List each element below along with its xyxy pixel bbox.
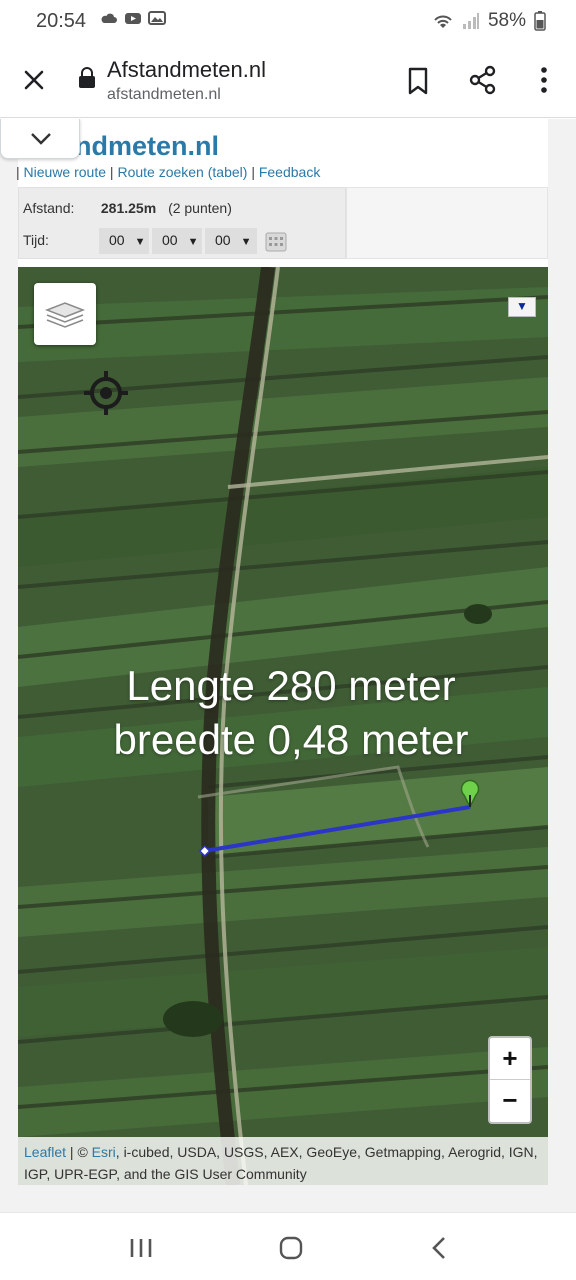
tijd-label: Tijd:: [23, 232, 49, 248]
afstand-points: (2 punten): [168, 200, 232, 216]
calculator-icon[interactable]: [265, 232, 287, 252]
youtube-icon: [125, 13, 141, 24]
zoom-control: + −: [488, 1036, 532, 1124]
recent-apps-icon[interactable]: [126, 1235, 156, 1261]
locate-icon[interactable]: [82, 369, 130, 417]
site-title: andmeten.nl: [60, 131, 220, 161]
nieuwe-route-link[interactable]: Nieuwe route: [24, 164, 107, 180]
lock-icon: [79, 67, 95, 88]
zoom-in-button[interactable]: +: [490, 1038, 530, 1080]
tree-cluster: [464, 604, 492, 624]
length-text: Lengte 280 meter: [126, 662, 456, 709]
triangle-down-icon: ▼: [516, 299, 528, 313]
system-nav-bar: [0, 1212, 576, 1280]
share-icon[interactable]: [468, 65, 498, 95]
route-info-box: Afstand: 281.25m (2 punten) Tijd: 00 ▼ 00…: [18, 187, 346, 259]
browser-toolbar: Afstandmeten.nl afstandmeten.nl: [0, 42, 576, 118]
hours-select[interactable]: 00 ▼: [99, 228, 149, 254]
route-zoeken-link[interactable]: Route zoeken (tabel): [117, 164, 247, 180]
back-icon[interactable]: [426, 1235, 456, 1261]
route-info-panel: Afstand: 281.25m (2 punten) Tijd: 00 ▼ 00…: [18, 187, 548, 259]
caret-down-icon: ▼: [134, 236, 146, 248]
tree-cluster: [163, 1001, 223, 1037]
caret-down-icon: ▼: [240, 236, 252, 248]
wifi-icon: [434, 15, 452, 28]
collapse-toolbar-button[interactable]: [0, 119, 80, 159]
battery-percent: 58%: [487, 10, 526, 31]
photo-icon: [148, 11, 166, 25]
page-title: Afstandmeten.nl: [107, 57, 266, 82]
battery-icon: [534, 11, 546, 31]
nav-links: | Nieuwe route | Route zoeken (tabel) | …: [16, 164, 321, 180]
page-url[interactable]: afstandmeten.nl: [107, 86, 221, 104]
measurement-overlay: Lengte 280 meter breedte 0,48 meter: [18, 659, 548, 767]
status-bar: 20:54 58%: [0, 0, 576, 42]
leaflet-link[interactable]: Leaflet: [24, 1144, 66, 1160]
afstand-value: 281.25m: [100, 200, 157, 216]
web-page: andmeten.nl | Nieuwe route | Route zoeke…: [0, 119, 576, 1212]
home-icon[interactable]: [276, 1235, 306, 1261]
bookmark-icon[interactable]: [404, 66, 432, 96]
minutes-select[interactable]: 00 ▼: [152, 228, 202, 254]
signal-icon: [462, 13, 479, 29]
cloud-icon: [101, 13, 117, 23]
esri-link[interactable]: Esri: [92, 1144, 116, 1160]
close-icon[interactable]: [20, 66, 48, 94]
map[interactable]: ▼ Lengte 280 meter breedte 0,48 meter + …: [18, 267, 548, 1185]
feedback-link[interactable]: Feedback: [259, 164, 320, 180]
map-options-dropdown[interactable]: ▼: [508, 297, 536, 317]
afstand-label: Afstand:: [23, 200, 75, 216]
more-icon[interactable]: [532, 64, 556, 96]
info-side-panel: [346, 187, 548, 259]
layers-icon: [44, 302, 86, 328]
status-time: 20:54: [36, 10, 87, 32]
map-attribution: Leaflet | © Esri, i-cubed, USDA, USGS, A…: [18, 1137, 548, 1185]
afstand-row: Afstand: 281.25m (2 punten): [23, 200, 232, 216]
zoom-out-button[interactable]: −: [490, 1080, 530, 1122]
caret-down-icon: ▼: [187, 236, 199, 248]
width-text: breedte 0,48 meter: [113, 716, 469, 763]
layers-button[interactable]: [34, 283, 96, 345]
chevron-down-icon: [31, 133, 51, 145]
seconds-select[interactable]: 00 ▼: [205, 228, 257, 254]
